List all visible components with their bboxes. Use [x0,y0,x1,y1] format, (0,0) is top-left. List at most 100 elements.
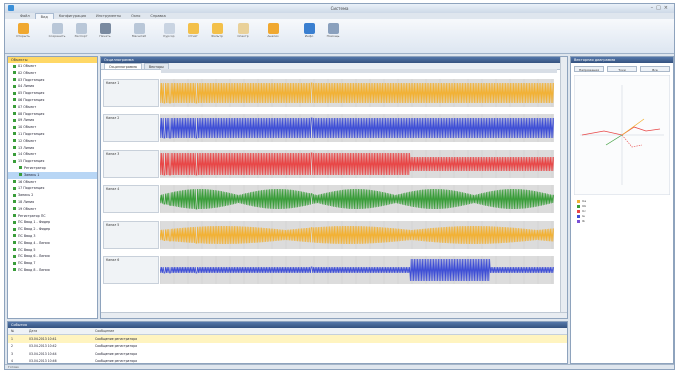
tree-item[interactable]: 08 Подстанция [8,111,97,118]
tree-item[interactable]: ПС Ввод 2 - Фидер [8,226,97,233]
node-icon [13,152,16,156]
ribbon-button-label: Спектр [237,34,249,38]
tree-item[interactable]: ПС Ввод 7 [8,260,97,267]
current-button[interactable]: Токи [607,66,637,72]
legend-label: Uc [582,209,586,213]
node-icon [13,84,16,88]
export-button[interactable]: Экспорт [69,22,93,48]
tree-item[interactable]: 11 Подстанция [8,131,97,138]
table-row[interactable]: 1 03.04.2013 10:41 Сообщение регистратора [8,334,567,343]
voltage-button[interactable]: Напряжения [574,66,604,72]
vector-legend: Ua Ub Uc Ia Ib [574,199,670,224]
tree-item-label: ПС Ввод 7 [18,261,36,266]
node-icon [13,118,16,122]
tree-item[interactable]: 19 Объект [8,206,97,213]
channel-row[interactable]: Канал 6 [103,256,554,284]
info-button[interactable]: Инфо [297,22,321,48]
filter-button[interactable]: Фильтр [205,22,229,48]
tree-item[interactable]: 12 Объект [8,138,97,145]
printer-icon [99,23,111,34]
table-row[interactable]: 2 03.04.2013 10:42 Сообщение регистратора [8,343,567,351]
tree-item[interactable]: 02 Объект [8,70,97,77]
legend-item: Ib [574,219,670,224]
tree-item[interactable]: 18 Линия [8,199,97,206]
channel-waveform[interactable] [160,221,554,249]
tree-item-label: 12 Объект [18,138,37,143]
tree-item[interactable]: 06 Подстанция [8,97,97,104]
vertical-scrollbar[interactable] [560,57,567,318]
tree-item[interactable]: ПС Ввод 4 - Линия [8,240,97,247]
channel-row[interactable]: Канал 1 [103,79,554,107]
tree-item[interactable]: 16 Объект [8,179,97,186]
save-button[interactable]: Сохранить [45,22,69,48]
node-icon [13,98,16,102]
node-icon [13,220,16,224]
cursor-button[interactable]: Курсор [157,22,181,48]
filter-icon [211,23,223,34]
tree-item[interactable]: 04 Линия [8,83,97,90]
tree-item[interactable]: ПС Ввод 6 - Линия [8,253,97,260]
tree-item[interactable]: 10 Объект [8,124,97,131]
tree-item[interactable]: Запись 2 [8,192,97,199]
tree-item-label: 04 Линия [18,84,35,89]
folder-button[interactable]: Открыть [11,22,35,48]
table-cell: 03.04.2013 10:41 [26,334,92,343]
channel-waveform[interactable] [160,150,554,178]
channel-waveform[interactable] [160,185,554,213]
tree-item[interactable]: 05 Подстанция [8,90,97,97]
all-button[interactable]: Все [640,66,670,72]
channel-info: Канал 2 [103,114,159,142]
window-controls[interactable]: –□× [651,5,671,11]
tree-item[interactable]: 14 Объект [8,151,97,158]
node-icon [13,214,16,218]
tree-item[interactable]: 17 Подстанция [8,185,97,192]
ribbon-button-label: Анализ [267,34,279,38]
help-icon [327,23,339,34]
tree-item[interactable]: 15 Подстанция [8,158,97,165]
help-button[interactable]: Помощь [321,22,345,48]
node-icon [13,78,16,82]
tree-item[interactable]: Регистратор ПС [8,213,97,220]
tree-item-label: 15 Подстанция [18,159,45,164]
analysis-button[interactable]: Анализ [261,22,285,48]
channel-waveform[interactable] [160,256,554,284]
ribbon-button-label: Инфо [304,34,314,38]
report-button[interactable]: Отчёт [181,22,205,48]
tree-item[interactable]: 01 Объект [8,63,97,70]
ribbon-button-label: Сохранить [48,34,66,38]
channel-row[interactable]: Канал 3 [103,150,554,178]
horizontal-scrollbar[interactable] [101,312,567,318]
report-icon [187,23,199,34]
tree-item-label: 05 Подстанция [18,91,45,96]
printer-button[interactable]: Печать [93,22,117,48]
tree-item[interactable]: ПС Ввод 1 - Фидер [8,219,97,226]
tree-item-label: Запись 2 [18,193,34,198]
ribbon-button-label: Масштаб [131,34,147,38]
tree-item[interactable]: 07 Объект [8,104,97,111]
tree-item[interactable]: Запись 1 [8,171,97,179]
tree-item[interactable]: ПС Ввод 8 - Линия [8,267,97,274]
zoom-button[interactable]: Масштаб [127,22,151,48]
tree-item[interactable]: 03 Подстанция [8,77,97,84]
table-cell: 03.04.2013 10:44 [29,351,57,356]
channel-waveform[interactable] [160,79,554,107]
channel-waveform[interactable] [160,114,554,142]
tree-item-label: ПС Ввод 2 - Фидер [18,227,51,232]
tree-item-label: 06 Подстанция [18,97,45,102]
waveform-trace [160,117,554,139]
tree-item[interactable]: 13 Линия [8,145,97,152]
table-cell: Сообщение регистратора [95,344,138,349]
tree-item[interactable]: ПС Ввод 3 [8,233,97,240]
channel-row[interactable]: Канал 2 [103,114,554,142]
spectrum-button[interactable]: Спектр [231,22,255,48]
tree-item-label: 18 Линия [18,199,35,204]
tab-oscillogram[interactable]: Осциллограмма [104,63,142,69]
tree-item[interactable]: Регистратор [8,165,97,172]
channel-row[interactable]: Канал 5 [103,221,554,249]
table-cell: 2 [11,344,13,349]
oscillogram-panel: Осциллограмма Осциллограмма Векторы Кана… [100,56,568,319]
tree-item[interactable]: 09 Линия [8,117,97,124]
table-row[interactable]: 3 03.04.2013 10:44 Сообщение регистратора [8,350,567,358]
channel-row[interactable]: Канал 4 [103,185,554,213]
tree-item[interactable]: ПС Ввод 5 [8,247,97,254]
